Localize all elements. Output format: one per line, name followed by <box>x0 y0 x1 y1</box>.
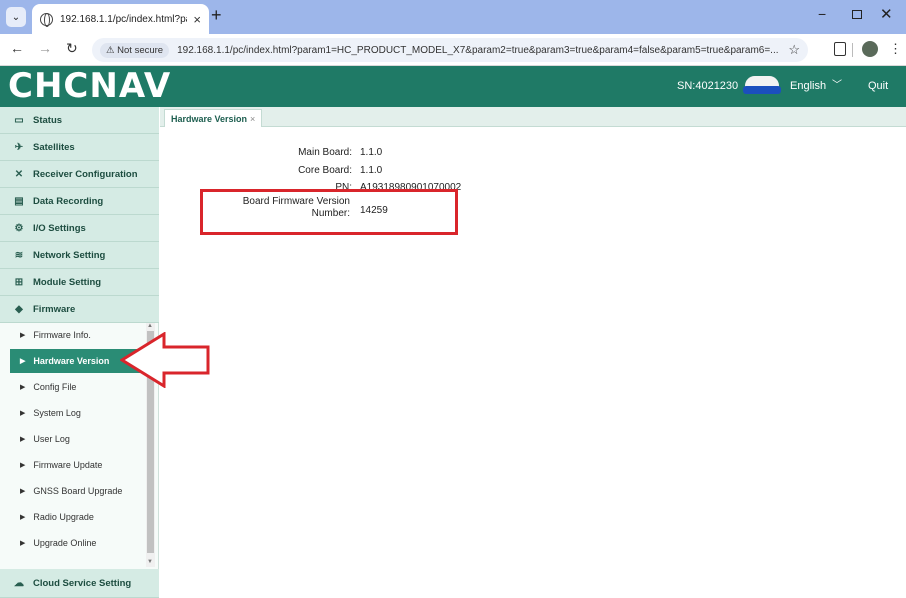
app-header: CHCNAV SN:4021230 English ﹀ Quit <box>0 66 906 107</box>
grid-icon: ⊞ <box>14 276 24 288</box>
field-value: 1.1.0 <box>360 165 383 176</box>
sidebar-item-label: Firmware <box>33 303 76 315</box>
tab-hardware-version[interactable]: Hardware Version × <box>164 109 263 127</box>
forward-arrow-icon[interactable]: → <box>38 40 52 56</box>
sidebar-item-label: I/O Settings <box>33 222 86 234</box>
site-globe-icon <box>40 12 53 27</box>
new-tab-button[interactable]: + <box>211 5 222 26</box>
chevron-down-icon[interactable]: ﹀ <box>832 76 842 91</box>
not-secure-badge[interactable]: ⚠ Not secure <box>100 42 170 58</box>
quit-button[interactable]: Quit <box>868 80 888 92</box>
more-menu-icon[interactable]: ⋮ <box>889 41 902 57</box>
serial-number: SN:4021230 <box>677 80 739 92</box>
satellite-icon: ✈ <box>14 141 24 153</box>
bookmark-star-icon[interactable]: ☆ <box>788 42 800 58</box>
sidebar-item-cloud-service-setting[interactable]: ☁ Cloud Service Setting <box>0 569 159 598</box>
submenu-item-label: System Log <box>33 408 81 418</box>
highlight-annotation-box <box>200 189 458 235</box>
main-content: Hardware Version × Main Board: 1.1.0 Cor… <box>160 107 906 598</box>
triangle-right-icon: ▶ <box>20 488 26 495</box>
red-arrow-annotation-icon <box>120 332 210 388</box>
gear-icon: ⚙ <box>14 222 24 234</box>
sidebar-item-module-setting[interactable]: ⊞ Module Setting <box>0 269 159 296</box>
profile-avatar-icon[interactable] <box>862 41 878 57</box>
tab-label: Hardware Version <box>171 113 248 124</box>
content-tab-bar: Hardware Version × <box>160 107 906 127</box>
field-label: Main Board: <box>298 147 352 158</box>
triangle-right-icon: ▶ <box>20 436 26 443</box>
triangle-right-icon: ▶ <box>20 514 26 521</box>
minimize-icon[interactable]: − <box>818 6 826 22</box>
submenu-item-label: Firmware Update <box>33 460 103 470</box>
cloud-icon: ☁ <box>14 577 24 589</box>
browser-tab-title: 192.168.1.1/pc/index.html?param <box>60 13 187 25</box>
triangle-right-icon: ▶ <box>20 332 26 339</box>
browser-window: ⌄ 192.168.1.1/pc/index.html?param × + − … <box>0 0 906 598</box>
browser-tab-strip: ⌄ 192.168.1.1/pc/index.html?param × + − … <box>0 0 906 34</box>
submenu-item-system-log[interactable]: ▶ System Log <box>10 401 146 425</box>
extensions-icon[interactable] <box>834 42 846 56</box>
sidebar-item-firmware[interactable]: ◆ Firmware <box>0 296 159 323</box>
tab-search-chevron-icon[interactable]: ⌄ <box>6 7 26 27</box>
triangle-right-icon: ▶ <box>20 410 26 417</box>
browser-tab[interactable]: 192.168.1.1/pc/index.html?param × <box>32 4 209 34</box>
submenu-item-upgrade-online[interactable]: ▶ Upgrade Online <box>10 531 146 555</box>
triangle-right-icon: ▶ <box>20 358 26 365</box>
reload-icon[interactable]: ↻ <box>66 40 78 57</box>
submenu-item-label: Upgrade Online <box>33 538 97 548</box>
layers-icon: ◆ <box>15 303 23 315</box>
submenu-item-gnss-board-upgrade[interactable]: ▶ GNSS Board Upgrade <box>10 479 146 503</box>
sidebar-item-status[interactable]: ▭ Status <box>0 107 159 134</box>
scroll-up-icon[interactable]: ▲ <box>147 323 153 329</box>
submenu-item-firmware-update[interactable]: ▶ Firmware Update <box>10 453 146 477</box>
maximize-icon[interactable] <box>852 10 862 19</box>
browser-toolbar: ← → ↻ ⚠ Not secure 192.168.1.1/pc/index.… <box>0 34 906 66</box>
back-arrow-icon[interactable]: ← <box>10 40 24 56</box>
triangle-right-icon: ▶ <box>20 540 26 547</box>
sidebar-item-label: Status <box>33 114 63 126</box>
tab-close-icon[interactable]: × <box>250 114 255 124</box>
sidebar-item-label: Receiver Configuration <box>33 168 138 180</box>
submenu-item-user-log[interactable]: ▶ User Log <box>10 427 146 451</box>
sidebar-item-io-settings[interactable]: ⚙ I/O Settings <box>0 215 159 242</box>
monitor-icon: ▭ <box>14 114 24 126</box>
tab-close-icon[interactable]: × <box>193 12 201 27</box>
tools-icon: ✕ <box>14 168 24 180</box>
sidebar-item-receiver-configuration[interactable]: ✕ Receiver Configuration <box>0 161 159 188</box>
window-close-icon[interactable]: ✕ <box>880 5 893 23</box>
sidebar-item-label: Module Setting <box>33 276 102 288</box>
field-value: 1.1.0 <box>360 147 383 158</box>
sidebar-item-satellites[interactable]: ✈ Satellites <box>0 134 159 161</box>
chcnav-logo: CHCNAV <box>8 66 172 106</box>
triangle-right-icon: ▶ <box>20 462 26 469</box>
sidebar-item-network-setting[interactable]: ≋ Network Setting <box>0 242 159 269</box>
address-bar[interactable]: ⚠ Not secure 192.168.1.1/pc/index.html?p… <box>92 38 808 62</box>
submenu-item-radio-upgrade[interactable]: ▶ Radio Upgrade <box>10 505 146 529</box>
sidebar-item-label: Network Setting <box>33 249 106 261</box>
sidebar-item-label: Data Recording <box>33 195 104 207</box>
scroll-down-icon[interactable]: ▼ <box>147 559 153 565</box>
sidebar-item-label: Cloud Service Setting <box>33 577 132 589</box>
toolbar-divider <box>852 43 853 57</box>
triangle-right-icon: ▶ <box>20 384 26 391</box>
sidebar-item-label: Satellites <box>33 141 75 153</box>
submenu-item-label: Firmware Info. <box>33 330 91 340</box>
sidebar-item-data-recording[interactable]: ▤ Data Recording <box>0 188 159 215</box>
submenu-item-label: User Log <box>33 434 70 444</box>
document-icon: ▤ <box>14 195 24 207</box>
field-label: Core Board: <box>298 165 352 176</box>
submenu-item-label: Hardware Version <box>33 356 110 366</box>
wifi-icon: ≋ <box>14 249 24 261</box>
submenu-item-label: Config File <box>33 382 77 392</box>
receiver-device-icon <box>741 76 783 96</box>
submenu-item-label: Radio Upgrade <box>33 512 94 522</box>
language-selector[interactable]: English <box>790 80 826 92</box>
submenu-item-label: GNSS Board Upgrade <box>33 486 123 496</box>
url-text[interactable]: 192.168.1.1/pc/index.html?param1=HC_PROD… <box>177 45 782 56</box>
